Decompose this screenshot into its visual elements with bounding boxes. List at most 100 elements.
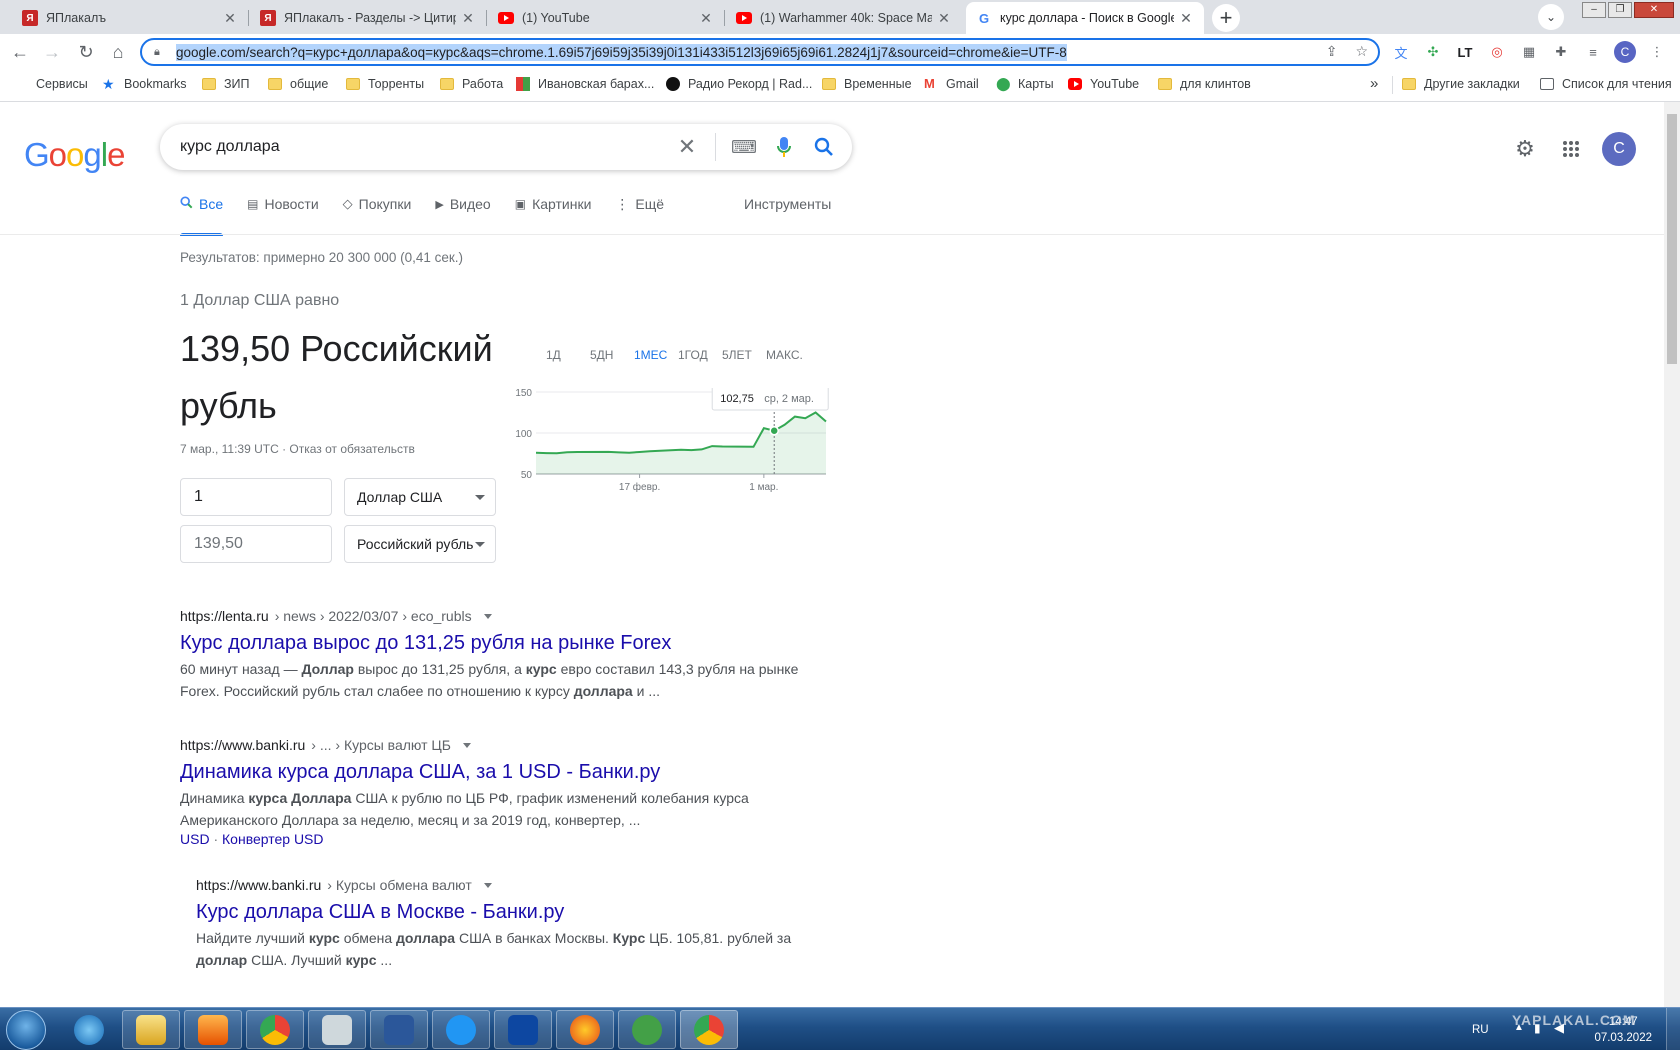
range-1d[interactable]: 1Д bbox=[546, 348, 590, 362]
chrome-profile-avatar[interactable]: C bbox=[1614, 41, 1636, 63]
media-control-icon[interactable]: ≡ bbox=[1584, 43, 1602, 61]
tab-warhammer[interactable]: (1) Warhammer 40k: Space Marin ✕ bbox=[726, 2, 962, 34]
tab-more[interactable]: ⋮ Ещё bbox=[615, 188, 664, 220]
tab-images[interactable]: ▣ Картинки bbox=[515, 188, 592, 220]
translate-extension-icon[interactable]: 文 bbox=[1392, 43, 1410, 61]
bookmark-for-clients[interactable]: для клинтов bbox=[1158, 77, 1251, 91]
bookmark-temporary[interactable]: Временные bbox=[822, 77, 912, 91]
search-box[interactable]: курс доллара ✕ ⌨ bbox=[160, 124, 852, 170]
reload-button[interactable]: ↻ bbox=[74, 40, 98, 64]
lock-icon[interactable]: 🔒︎ bbox=[154, 46, 170, 59]
tab-close-icon[interactable]: ✕ bbox=[936, 10, 952, 27]
other-bookmarks[interactable]: Другие закладки bbox=[1402, 77, 1520, 91]
tab-all[interactable]: Все bbox=[180, 188, 224, 236]
bookmark-ivanovskaya[interactable]: Ивановская барах... bbox=[516, 77, 654, 91]
chrome-menu-icon[interactable]: ⋮ bbox=[1648, 43, 1666, 61]
to-amount-input[interactable]: 139,50 bbox=[180, 525, 332, 563]
bookmarks-overflow-button[interactable]: » bbox=[1370, 75, 1378, 92]
bookmark-services[interactable]: Сервисы bbox=[14, 77, 88, 91]
taskbar-word[interactable] bbox=[370, 1010, 428, 1049]
bookmark-bookmarks[interactable]: ★ Bookmarks bbox=[102, 77, 187, 91]
taskbar-chrome-active[interactable] bbox=[680, 1010, 738, 1049]
range-max[interactable]: МАКС. bbox=[766, 348, 810, 362]
back-button[interactable]: ← bbox=[8, 40, 32, 64]
start-button[interactable] bbox=[6, 1010, 46, 1050]
google-apps-icon[interactable] bbox=[1558, 132, 1584, 166]
microphone-icon[interactable] bbox=[772, 135, 796, 159]
tab-yaplakal-sections[interactable]: Я ЯПлакалъ - Разделы -> Цитиру ✕ bbox=[250, 2, 486, 34]
to-currency-select[interactable]: Российский рубль bbox=[344, 525, 496, 563]
result-title-link[interactable]: Курс доллара вырос до 131,25 рубля на ры… bbox=[180, 632, 820, 655]
taskbar-calculator[interactable] bbox=[308, 1010, 366, 1049]
range-1m[interactable]: 1МЕС bbox=[634, 348, 678, 362]
range-5y[interactable]: 5ЛЕТ bbox=[722, 348, 766, 362]
bookmark-work[interactable]: Работа bbox=[440, 77, 503, 91]
exchange-rate-chart[interactable]: 150 100 50 17 февр. 1 мар. 102,75 ср, 2 мар. bbox=[510, 388, 836, 498]
share-icon[interactable]: ⇪ bbox=[1326, 43, 1338, 60]
tab-close-icon[interactable]: ✕ bbox=[460, 10, 476, 27]
tab-google-search[interactable]: G курс доллара - Поиск в Google ✕ bbox=[966, 2, 1204, 34]
taskbar-firefox[interactable] bbox=[556, 1010, 614, 1049]
tab-close-icon[interactable]: ✕ bbox=[698, 10, 714, 27]
extension-icon[interactable]: ✣ bbox=[1424, 43, 1442, 61]
tab-youtube[interactable]: (1) YouTube ✕ bbox=[488, 2, 724, 34]
tab-close-icon[interactable]: ✕ bbox=[222, 10, 238, 27]
restore-button[interactable]: ❐ bbox=[1608, 2, 1632, 18]
range-1y[interactable]: 1ГОД bbox=[678, 348, 722, 362]
from-amount-input[interactable]: 1 bbox=[180, 478, 332, 516]
address-bar[interactable]: 🔒︎ google.com/search?q=курс+доллара&oq=к… bbox=[140, 38, 1380, 66]
bookmark-star-icon[interactable]: ☆ bbox=[1355, 43, 1368, 60]
settings-gear-icon[interactable]: ⚙ bbox=[1512, 132, 1538, 166]
lt-extension-icon[interactable]: LT bbox=[1456, 43, 1474, 61]
forward-button[interactable]: → bbox=[40, 40, 64, 64]
show-desktop-button[interactable] bbox=[1666, 1008, 1680, 1051]
currency-timestamp[interactable]: 7 мар., 11:39 UTC · Отказ от обязательст… bbox=[180, 442, 415, 456]
tab-yaplakal[interactable]: Я ЯПлакалъ ✕ bbox=[12, 2, 248, 34]
tab-close-icon[interactable]: ✕ bbox=[1178, 10, 1194, 27]
taskbar-acl[interactable] bbox=[494, 1010, 552, 1049]
taskbar-ie[interactable] bbox=[60, 1010, 118, 1049]
taskbar-utorrent[interactable] bbox=[618, 1010, 676, 1049]
taskbar-chrome[interactable] bbox=[246, 1010, 304, 1049]
keyboard-icon[interactable]: ⌨ bbox=[731, 135, 757, 159]
page-scrollbar[interactable] bbox=[1664, 102, 1680, 1007]
bookmark-youtube[interactable]: YouTube bbox=[1068, 77, 1139, 91]
result-menu-icon[interactable] bbox=[462, 742, 471, 748]
result-title-link[interactable]: Курс доллара США в Москве - Банки.ру bbox=[196, 901, 836, 924]
sublink-converter-usd[interactable]: Конвертер USD bbox=[222, 831, 324, 847]
tab-search-button[interactable]: ⌄ bbox=[1538, 4, 1564, 30]
range-5d[interactable]: 5ДН bbox=[590, 348, 634, 362]
home-button[interactable]: ⌂ bbox=[106, 40, 130, 64]
account-avatar[interactable]: C bbox=[1602, 132, 1636, 166]
result-menu-icon[interactable] bbox=[483, 882, 492, 888]
result-url[interactable]: https://www.banki.ru › Курсы обмена валю… bbox=[196, 877, 836, 893]
close-window-button[interactable]: ✕ bbox=[1634, 2, 1674, 18]
bookmark-radio-record[interactable]: Радио Рекорд | Rad... bbox=[666, 77, 812, 91]
result-title-link[interactable]: Динамика курса доллара США, за 1 USD - Б… bbox=[180, 761, 820, 784]
result-url[interactable]: https://www.banki.ru › ... › Курсы валют… bbox=[180, 737, 820, 753]
reading-list[interactable]: Список для чтения bbox=[1540, 77, 1672, 91]
result-menu-icon[interactable] bbox=[483, 613, 492, 619]
bookmark-common[interactable]: общие bbox=[268, 77, 328, 91]
sublink-usd[interactable]: USD bbox=[180, 831, 210, 847]
tools-button[interactable]: Инструменты bbox=[744, 188, 831, 220]
new-tab-button[interactable]: + bbox=[1212, 4, 1240, 32]
minimize-button[interactable]: – bbox=[1582, 2, 1606, 18]
scrollbar-thumb[interactable] bbox=[1667, 114, 1677, 364]
extensions-puzzle-icon[interactable]: ✚ bbox=[1552, 43, 1570, 61]
bookmark-maps[interactable]: ⬤ Карты bbox=[996, 77, 1054, 92]
taskbar-explorer[interactable] bbox=[122, 1010, 180, 1049]
search-icon[interactable] bbox=[812, 135, 836, 159]
opera-extension-icon[interactable]: ◎ bbox=[1488, 43, 1506, 61]
bookmark-zip[interactable]: ЗИП bbox=[202, 77, 250, 91]
language-indicator[interactable]: RU bbox=[1472, 1024, 1489, 1036]
search-input[interactable]: курс доллара bbox=[180, 138, 675, 156]
taskbar-phone[interactable] bbox=[432, 1010, 490, 1049]
google-logo[interactable]: Google bbox=[24, 136, 125, 174]
clear-icon[interactable]: ✕ bbox=[675, 134, 699, 159]
tab-news[interactable]: ▤ Новости bbox=[247, 188, 319, 220]
result-url[interactable]: https://lenta.ru › news › 2022/03/07 › e… bbox=[180, 608, 820, 624]
bookmark-torrents[interactable]: Торренты bbox=[346, 77, 424, 91]
taskbar-media-player[interactable] bbox=[184, 1010, 242, 1049]
qr-extension-icon[interactable]: ▦ bbox=[1520, 43, 1538, 61]
